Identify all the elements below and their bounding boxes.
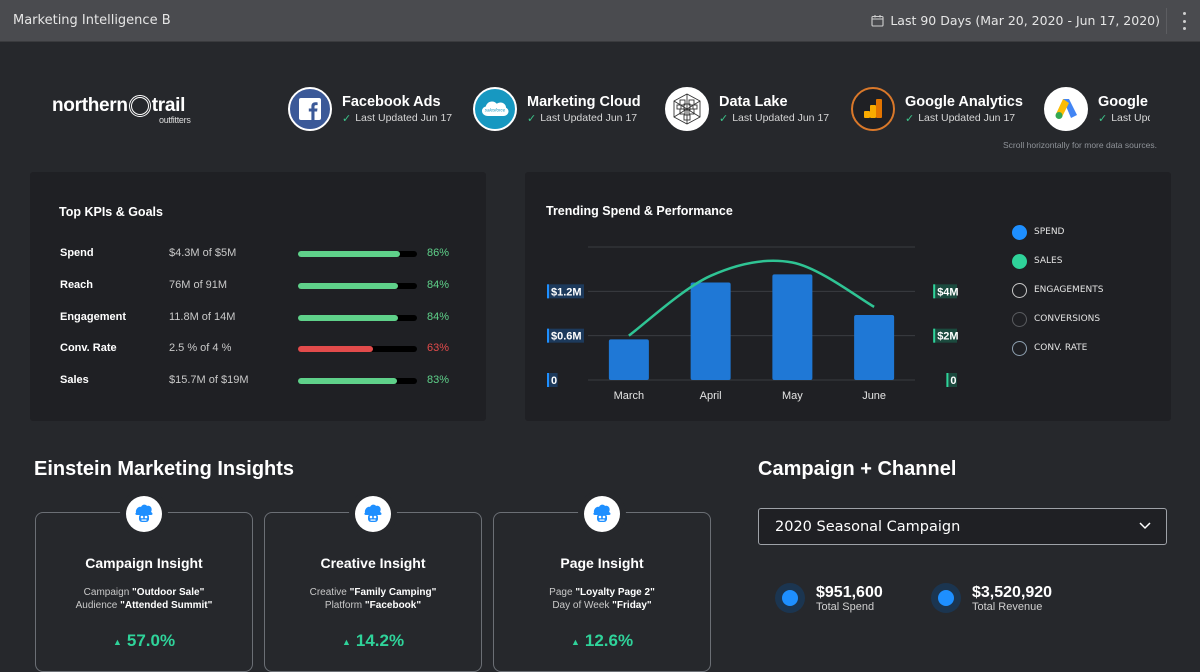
- total-spend-stat: $951,600 Total Spend: [775, 583, 883, 613]
- bar-spend-may: [772, 274, 813, 380]
- detail-value: "Attended Summit": [120, 600, 213, 611]
- insight-card[interactable]: Page Insight Page "Loyalty Page 2" Day of …: [493, 496, 711, 672]
- campaign-select-value: 2020 Seasonal Campaign: [775, 519, 961, 535]
- legend-dot-icon: [1012, 224, 1027, 240]
- legend-label: SALES: [1034, 256, 1063, 266]
- left-tick-marker: [547, 284, 549, 299]
- insight-title: Creative Insight: [320, 555, 426, 571]
- left-axis-tick-label: 0: [551, 375, 557, 387]
- insight-card[interactable]: Creative Insight Creative "Family Camping…: [264, 496, 482, 672]
- detail-key: Creative: [309, 587, 347, 598]
- detail-value: "Friday": [612, 600, 652, 611]
- bar-spend-april: [690, 282, 731, 380]
- x-axis-label: March: [614, 390, 645, 402]
- right-tick-marker: [946, 373, 949, 387]
- x-axis-label: May: [782, 390, 803, 402]
- legend-dot-icon: [1012, 253, 1027, 269]
- right-axis-tick-label: $4M: [937, 286, 958, 298]
- revenue-dot-icon: [931, 583, 961, 613]
- einstein-icon: [126, 496, 162, 532]
- insight-title: Campaign Insight: [85, 555, 203, 571]
- detail-key: Campaign: [83, 587, 130, 598]
- spend-dot-icon: [775, 583, 805, 613]
- insight-delta: ▲ 57.0%: [36, 631, 252, 651]
- campaign-channel-title: Campaign + Channel: [758, 458, 957, 480]
- delta-value: 12.6%: [584, 631, 634, 650]
- up-arrow-icon: ▲: [570, 636, 580, 647]
- delta-value: 14.2%: [355, 631, 405, 650]
- right-axis-tick-label: $2M: [937, 331, 958, 343]
- detail-value: "Loyalty Page 2": [575, 587, 655, 598]
- einstein-icon: [584, 496, 620, 532]
- legend-item-sales[interactable]: SALES: [1012, 253, 1062, 269]
- detail-value: "Outdoor Sale": [132, 587, 205, 598]
- chevron-down-icon: [1139, 522, 1151, 530]
- delta-value: 57.0%: [126, 631, 176, 650]
- legend-dot-icon: [1012, 282, 1027, 298]
- legend-dot-icon: [1012, 340, 1027, 356]
- up-arrow-icon: ▲: [112, 636, 122, 647]
- right-tick-marker: [933, 284, 936, 299]
- x-axis-label: June: [862, 390, 886, 402]
- insight-delta: ▲ 12.6%: [494, 631, 710, 651]
- up-arrow-icon: ▲: [341, 636, 351, 647]
- left-axis-tick-label: $1.2M: [551, 286, 582, 298]
- total-spend-label: Total Spend: [816, 600, 875, 613]
- campaign-select[interactable]: 2020 Seasonal Campaign: [758, 508, 1167, 545]
- left-axis-tick-label: $0.6M: [551, 331, 582, 343]
- legend-label: ENGAGEMENTS: [1034, 285, 1104, 295]
- right-axis-tick-label: 0: [950, 375, 956, 387]
- legend-item-engagements[interactable]: ENGAGEMENTS: [1012, 282, 1103, 298]
- legend-item-conv-rate[interactable]: CONV. RATE: [1012, 340, 1087, 356]
- legend-label: CONVERSIONS: [1034, 314, 1101, 324]
- bar-spend-june: [854, 314, 895, 380]
- legend-item-spend[interactable]: SPEND: [1012, 224, 1065, 240]
- insight-title: Page Insight: [560, 555, 644, 571]
- legend-label: CONV. RATE: [1034, 343, 1088, 353]
- detail-value: "Facebook": [364, 600, 422, 611]
- left-tick-marker: [547, 328, 549, 343]
- insight-detail-2: Day of Week "Friday": [494, 600, 710, 611]
- insight-detail-2: Audience "Attended Summit": [36, 600, 252, 611]
- right-tick-marker: [933, 328, 936, 343]
- total-spend-value: $951,600: [816, 583, 883, 601]
- insight-card[interactable]: Campaign Insight Campaign "Outdoor Sale" A…: [35, 496, 253, 672]
- insights-title: Einstein Marketing Insights: [34, 458, 295, 480]
- insight-detail-2: Platform "Facebook": [265, 600, 481, 611]
- detail-key: Platform: [324, 600, 363, 611]
- detail-key: Page: [549, 587, 573, 598]
- insight-delta: ▲ 14.2%: [265, 631, 481, 651]
- insight-detail-1: Campaign "Outdoor Sale": [36, 587, 252, 598]
- legend-dot-icon: [1012, 311, 1027, 327]
- x-axis-label: April: [700, 390, 722, 402]
- left-tick-marker: [547, 373, 549, 387]
- legend-label: SPEND: [1034, 227, 1065, 237]
- detail-value: "Family Camping": [349, 587, 437, 598]
- total-revenue-label: Total Revenue: [972, 600, 1043, 613]
- sales-line: [628, 259, 875, 337]
- detail-key: Audience: [75, 600, 118, 611]
- einstein-icon: [355, 496, 391, 532]
- detail-key: Day of Week: [552, 600, 610, 611]
- total-revenue-value: $3,520,920: [972, 583, 1053, 601]
- total-revenue-stat: $3,520,920 Total Revenue: [931, 583, 1052, 613]
- bar-spend-march: [608, 339, 649, 380]
- insight-detail-1: Creative "Family Camping": [265, 587, 481, 598]
- legend-item-conversions[interactable]: CONVERSIONS: [1012, 311, 1100, 327]
- insight-detail-1: Page "Loyalty Page 2": [494, 587, 710, 598]
